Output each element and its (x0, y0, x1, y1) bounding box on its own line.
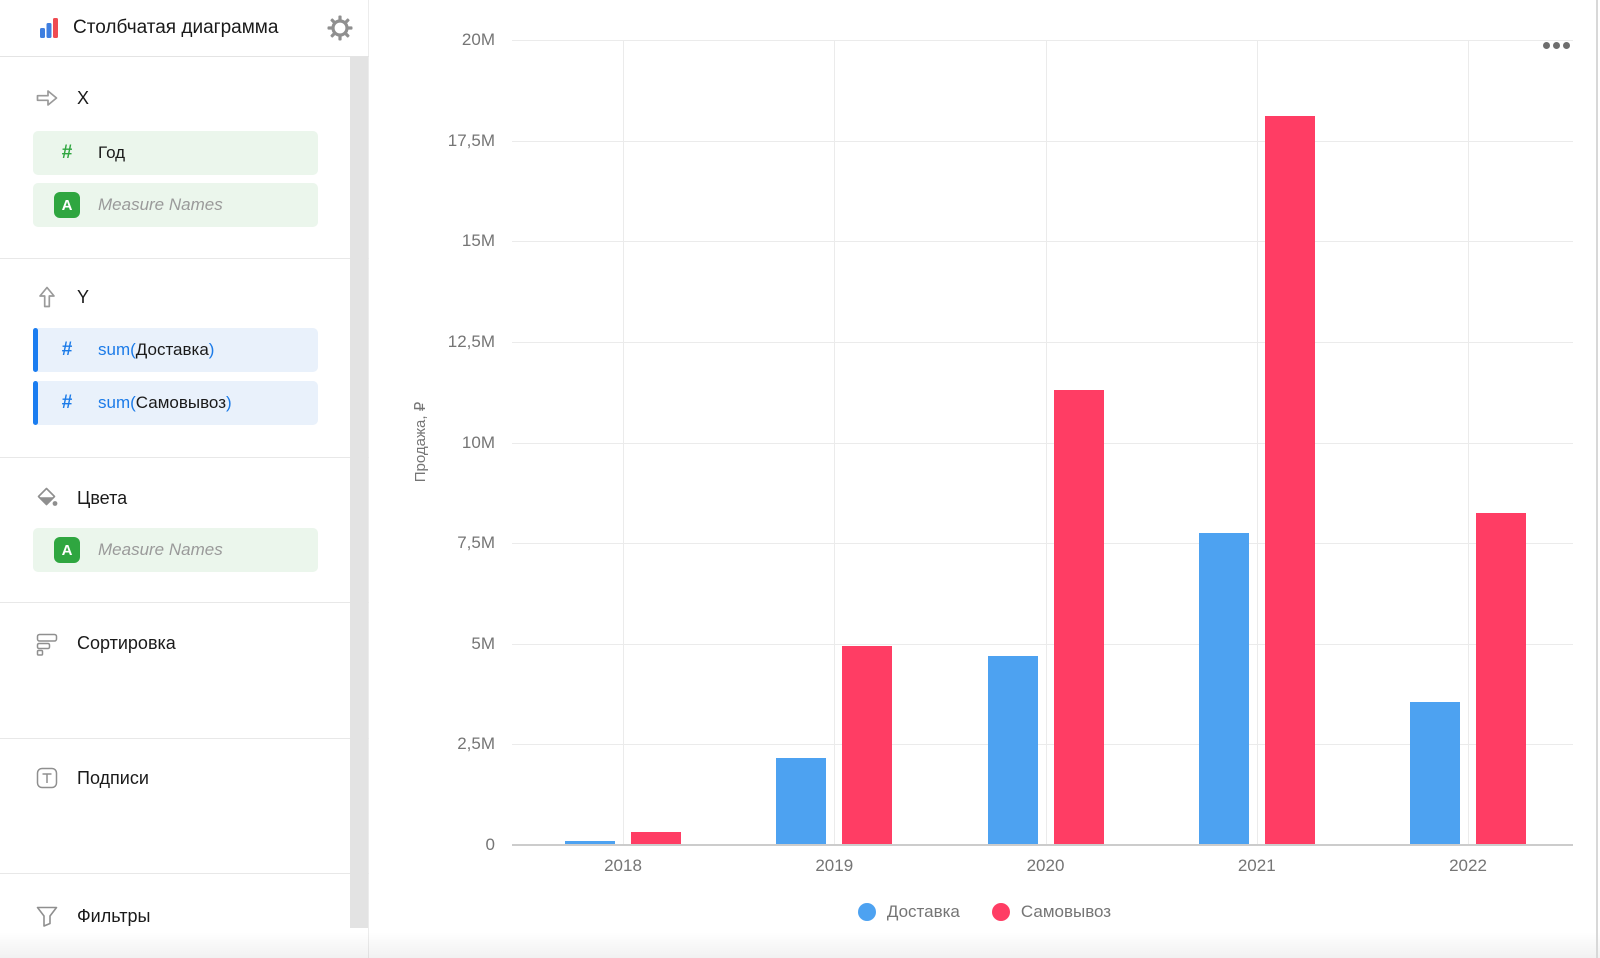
chart-more-options-button[interactable] (1541, 40, 1572, 51)
x-tick-label: 2018 (553, 856, 693, 876)
bar-chart-logo-icon (33, 15, 59, 41)
y-tick-label: 15M (369, 232, 495, 250)
x-tick-label: 2022 (1398, 856, 1538, 876)
y-tick-label: 2,5M (369, 735, 495, 753)
bar-Самовывоз-2019[interactable] (842, 646, 892, 845)
field-chip-label: Год (98, 143, 125, 163)
bar-Самовывоз-2021[interactable] (1265, 116, 1315, 845)
divider (0, 258, 369, 259)
sort-icon (34, 630, 60, 656)
section-labels-label: Подписи (77, 768, 149, 789)
y-tick-label: 0 (369, 836, 495, 854)
number-field-icon: # (54, 339, 80, 361)
dot-icon (1563, 42, 1570, 49)
x-axis-line (512, 844, 1573, 846)
dot-icon (1553, 42, 1560, 49)
divider (0, 873, 369, 874)
chart-preview: 0 2,5M 5M 7,5M 10M 12,5M 15M 17,5M 20M 2018 2019 20… (369, 0, 1600, 958)
field-chip-sum-samovyvoz[interactable]: # sum(Самовывоз) (33, 381, 318, 425)
settings-button[interactable] (325, 13, 355, 43)
arrow-right-icon (34, 85, 60, 111)
field-chip-label: Measure Names (98, 195, 223, 215)
section-filters-header: Фильтры (0, 903, 369, 929)
field-chip-label: sum(Доставка) (98, 340, 214, 360)
section-labels: Подписи (0, 738, 369, 873)
bar-Доставка-2019[interactable] (776, 758, 826, 845)
gridline-horizontal (512, 644, 1573, 645)
section-colors-header: Цвета (0, 485, 369, 511)
gridline-horizontal (512, 543, 1573, 544)
legend-label: Самовывоз (1021, 902, 1111, 922)
field-chip-label: sum(Самовывоз) (98, 393, 232, 413)
y-tick-label: 17,5M (369, 132, 495, 150)
dot-icon (1543, 42, 1550, 49)
section-y: Y # sum(Доставка) # sum(Самовывоз) (0, 258, 369, 457)
bar-Доставка-2022[interactable] (1410, 702, 1460, 845)
bar-Самовывоз-2018[interactable] (631, 832, 681, 845)
section-sorting-header: Сортировка (0, 630, 369, 656)
y-tick-label: 5M (369, 635, 495, 653)
chart-legend: Доставка Самовывоз (369, 902, 1600, 922)
sidebar-scrollbar[interactable] (350, 57, 368, 928)
y-tick-label: 20M (369, 31, 495, 49)
section-x: X # Год A Measure Names (0, 57, 369, 258)
field-chip-measure-names-x[interactable]: A Measure Names (33, 183, 318, 227)
field-chip-label: Measure Names (98, 540, 223, 560)
gear-icon (327, 15, 353, 41)
section-x-label: X (77, 88, 89, 109)
section-y-header: Y (0, 284, 369, 310)
bar-Самовывоз-2020[interactable] (1054, 390, 1104, 845)
funnel-icon (34, 903, 60, 929)
legend-dot (858, 903, 876, 921)
legend-dot (992, 903, 1010, 921)
sidebar-header: Столбчатая диаграмма (0, 0, 369, 57)
section-sorting-label: Сортировка (77, 633, 176, 654)
text-field-icon: A (54, 192, 80, 218)
gridline-horizontal (512, 141, 1573, 142)
section-colors: Цвета A Measure Names (0, 457, 369, 602)
x-tick-label: 2020 (976, 856, 1116, 876)
legend-item-Доставка[interactable]: Доставка (858, 902, 960, 922)
text-label-icon (34, 765, 60, 791)
y-tick-label: 10M (369, 434, 495, 452)
bar-Самовывоз-2022[interactable] (1476, 513, 1526, 845)
y-tick-label: 12,5M (369, 333, 495, 351)
number-field-icon: # (54, 392, 80, 414)
text-field-icon: A (54, 537, 80, 563)
chart-type-title: Столбчатая диаграмма (73, 17, 325, 39)
paint-bucket-icon (34, 485, 60, 511)
window-right-edge (1596, 0, 1598, 958)
bar-chart-plot: 0 2,5M 5M 7,5M 10M 12,5M 15M 17,5M 20M 2018 2019 20… (369, 0, 1600, 958)
y-axis-title: Продажа, ₽ (411, 402, 429, 483)
field-chip-measure-names-colors[interactable]: A Measure Names (33, 528, 318, 572)
x-tick-label: 2021 (1187, 856, 1327, 876)
field-chip-sum-dostavka[interactable]: # sum(Доставка) (33, 328, 318, 372)
chart-config-sidebar: Столбчатая диаграмма (0, 0, 369, 958)
section-filters-label: Фильтры (77, 906, 150, 927)
legend-item-Самовывоз[interactable]: Самовывоз (992, 902, 1111, 922)
gridline-horizontal (512, 342, 1573, 343)
section-sorting: Сортировка (0, 602, 369, 738)
arrow-up-icon (34, 284, 60, 310)
gridline-horizontal (512, 443, 1573, 444)
field-chip-god[interactable]: # Год (33, 131, 318, 175)
app-window: Столбчатая диаграмма (0, 0, 1600, 958)
bar-Доставка-2021[interactable] (1199, 533, 1249, 845)
section-colors-label: Цвета (77, 488, 127, 509)
y-tick-label: 7,5M (369, 534, 495, 552)
bar-Доставка-2020[interactable] (988, 656, 1038, 845)
divider (0, 602, 369, 603)
divider (0, 457, 369, 458)
gridline-horizontal (512, 40, 1573, 41)
gridline-horizontal (512, 241, 1573, 242)
section-labels-header: Подписи (0, 765, 369, 791)
section-y-label: Y (77, 287, 89, 308)
legend-label: Доставка (887, 902, 960, 922)
section-filters: Фильтры (0, 873, 369, 958)
divider (0, 738, 369, 739)
number-field-icon: # (54, 142, 80, 164)
section-x-header: X (0, 85, 369, 111)
x-tick-label: 2019 (764, 856, 904, 876)
